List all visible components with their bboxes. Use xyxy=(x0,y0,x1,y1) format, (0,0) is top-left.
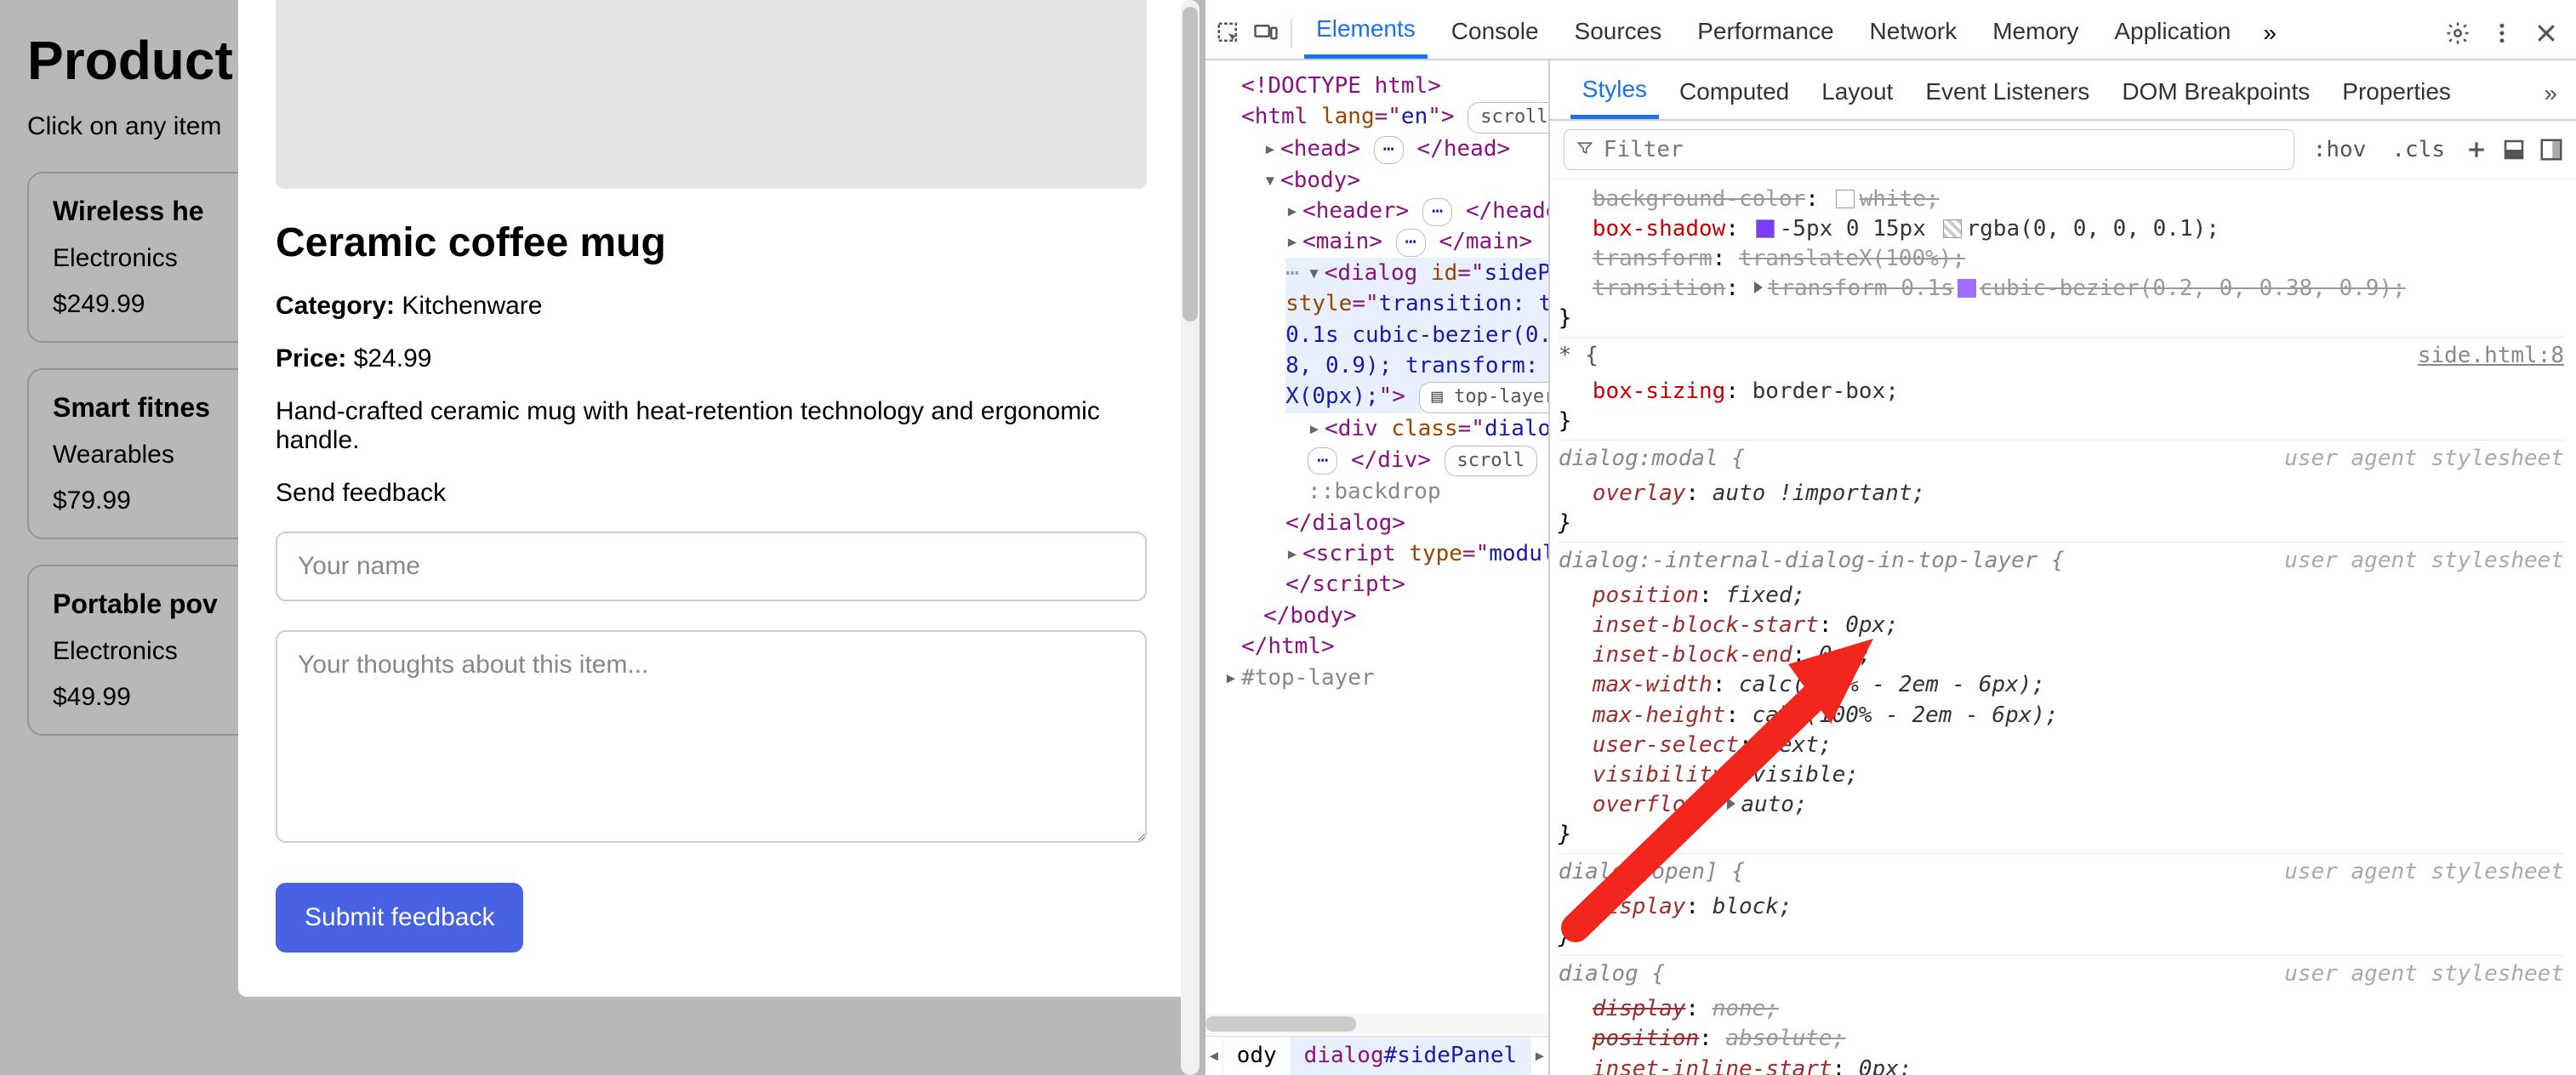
dots-pill[interactable]: ⋯ xyxy=(1422,198,1452,226)
scroll-pill[interactable]: scroll xyxy=(1468,102,1548,134)
hov-button[interactable]: :hov xyxy=(2306,132,2374,168)
selected-node[interactable]: ⋯▾<dialog id="sidePanel" xyxy=(1285,258,1548,288)
toggle-common-rendering-icon[interactable] xyxy=(2501,137,2527,162)
page-area: Product Click on any item Wireless he El… xyxy=(0,0,1203,1075)
device-toggle-icon[interactable] xyxy=(1253,20,1279,46)
top-layer-node[interactable]: #top-layer xyxy=(1241,665,1375,691)
elements-tree[interactable]: <!DOCTYPE html> <html lang="en"> scroll … xyxy=(1205,60,1548,1075)
thoughts-textarea[interactable] xyxy=(276,630,1147,843)
submit-feedback-button[interactable]: Submit feedback xyxy=(276,883,523,953)
modal-category: Category: Kitchenware xyxy=(276,292,1147,321)
breadcrumb-dialog[interactable]: dialog#sidePanel xyxy=(1291,1037,1530,1074)
devtools-top-tabs: Elements Console Sources Performance Net… xyxy=(1205,0,2576,60)
dots-pill[interactable]: ⋯ xyxy=(1308,447,1337,475)
top-layer-pill[interactable]: ▤ top-layer (1) xyxy=(1419,382,1548,413)
filter-placeholder: Filter xyxy=(1604,137,1684,162)
tabs-overflow-icon[interactable]: » xyxy=(2254,11,2285,55)
close-devtools-icon[interactable] xyxy=(2533,20,2559,46)
tab-elements[interactable]: Elements xyxy=(1304,7,1428,59)
tab-console[interactable]: Console xyxy=(1439,9,1551,57)
category-value: Kitchenware xyxy=(402,292,542,320)
product-modal: Ceramic coffee mug Category: Kitchenware… xyxy=(238,0,1191,997)
modal-price: Price: $24.99 xyxy=(276,344,1147,373)
source-link[interactable]: side.html:8 xyxy=(2418,341,2564,371)
inspect-element-icon[interactable] xyxy=(1216,20,1241,46)
price-label: Price: xyxy=(276,344,346,373)
modal-heading: Ceramic coffee mug xyxy=(276,219,1147,266)
doctype-node[interactable]: <!DOCTYPE html> xyxy=(1241,73,1441,99)
settings-gear-icon[interactable] xyxy=(2445,20,2471,46)
backdrop-node[interactable]: ::backdrop xyxy=(1308,476,1548,507)
stab-dom-breakpoints[interactable]: DOM Breakpoints xyxy=(2110,70,2322,117)
filter-funnel-icon xyxy=(1576,137,1593,162)
tab-sources[interactable]: Sources xyxy=(1563,9,1674,57)
devtools-body: <!DOCTYPE html> <html lang="en"> scroll … xyxy=(1205,60,2576,1075)
tab-memory[interactable]: Memory xyxy=(1980,9,2090,57)
styles-rules[interactable]: background-color: white; box-shadow: -5p… xyxy=(1550,179,2576,1075)
scrollbar-thumb[interactable] xyxy=(1183,7,1198,321)
breadcrumb-right-icon[interactable]: ▸ xyxy=(1530,1037,1548,1074)
cls-button[interactable]: .cls xyxy=(2385,132,2452,168)
computed-toggle-icon[interactable] xyxy=(2539,137,2564,162)
tab-performance[interactable]: Performance xyxy=(1685,9,1845,57)
styles-panel: Styles Computed Layout Event Listeners D… xyxy=(1548,60,2576,1075)
category-label: Category: xyxy=(276,292,395,320)
styles-tabs: Styles Computed Layout Event Listeners D… xyxy=(1550,60,2576,121)
modal-scrollbar[interactable] xyxy=(1181,0,1200,1075)
stab-properties[interactable]: Properties xyxy=(2330,70,2463,117)
hscroll-thumb[interactable] xyxy=(1205,1016,1356,1032)
styles-tabs-overflow-icon[interactable]: » xyxy=(2544,80,2566,107)
stab-layout[interactable]: Layout xyxy=(1809,70,1905,117)
feedback-heading: Send feedback xyxy=(276,479,1147,508)
new-style-rule-icon[interactable] xyxy=(2464,137,2489,162)
devtools-panel: Elements Console Sources Performance Net… xyxy=(1205,0,2576,1075)
stab-computed[interactable]: Computed xyxy=(1667,70,1801,117)
elements-hscroll[interactable] xyxy=(1205,1014,1548,1034)
product-image-placeholder xyxy=(276,0,1147,189)
modal-description: Hand-crafted ceramic mug with heat-reten… xyxy=(276,397,1147,455)
tab-network[interactable]: Network xyxy=(1858,9,1969,57)
elements-breadcrumb: ◂ ody dialog#sidePanel ▸ xyxy=(1205,1036,1548,1075)
stab-event-listeners[interactable]: Event Listeners xyxy=(1913,70,2101,117)
styles-filter-row: Filter :hov .cls xyxy=(1550,121,2576,179)
dots-pill[interactable]: ⋯ xyxy=(1396,229,1426,257)
dots-pill[interactable]: ⋯ xyxy=(1374,136,1404,164)
breadcrumb-left-icon[interactable]: ◂ xyxy=(1205,1037,1223,1074)
breadcrumb-body[interactable]: ody xyxy=(1223,1037,1291,1074)
styles-filter-input[interactable]: Filter xyxy=(1564,129,2294,170)
kebab-menu-icon[interactable] xyxy=(2489,20,2515,46)
tab-application[interactable]: Application xyxy=(2102,9,2243,57)
price-value: $24.99 xyxy=(354,344,432,373)
scroll-pill[interactable]: scroll xyxy=(1445,446,1537,477)
name-input[interactable] xyxy=(276,532,1147,601)
stab-styles[interactable]: Styles xyxy=(1570,67,1659,119)
